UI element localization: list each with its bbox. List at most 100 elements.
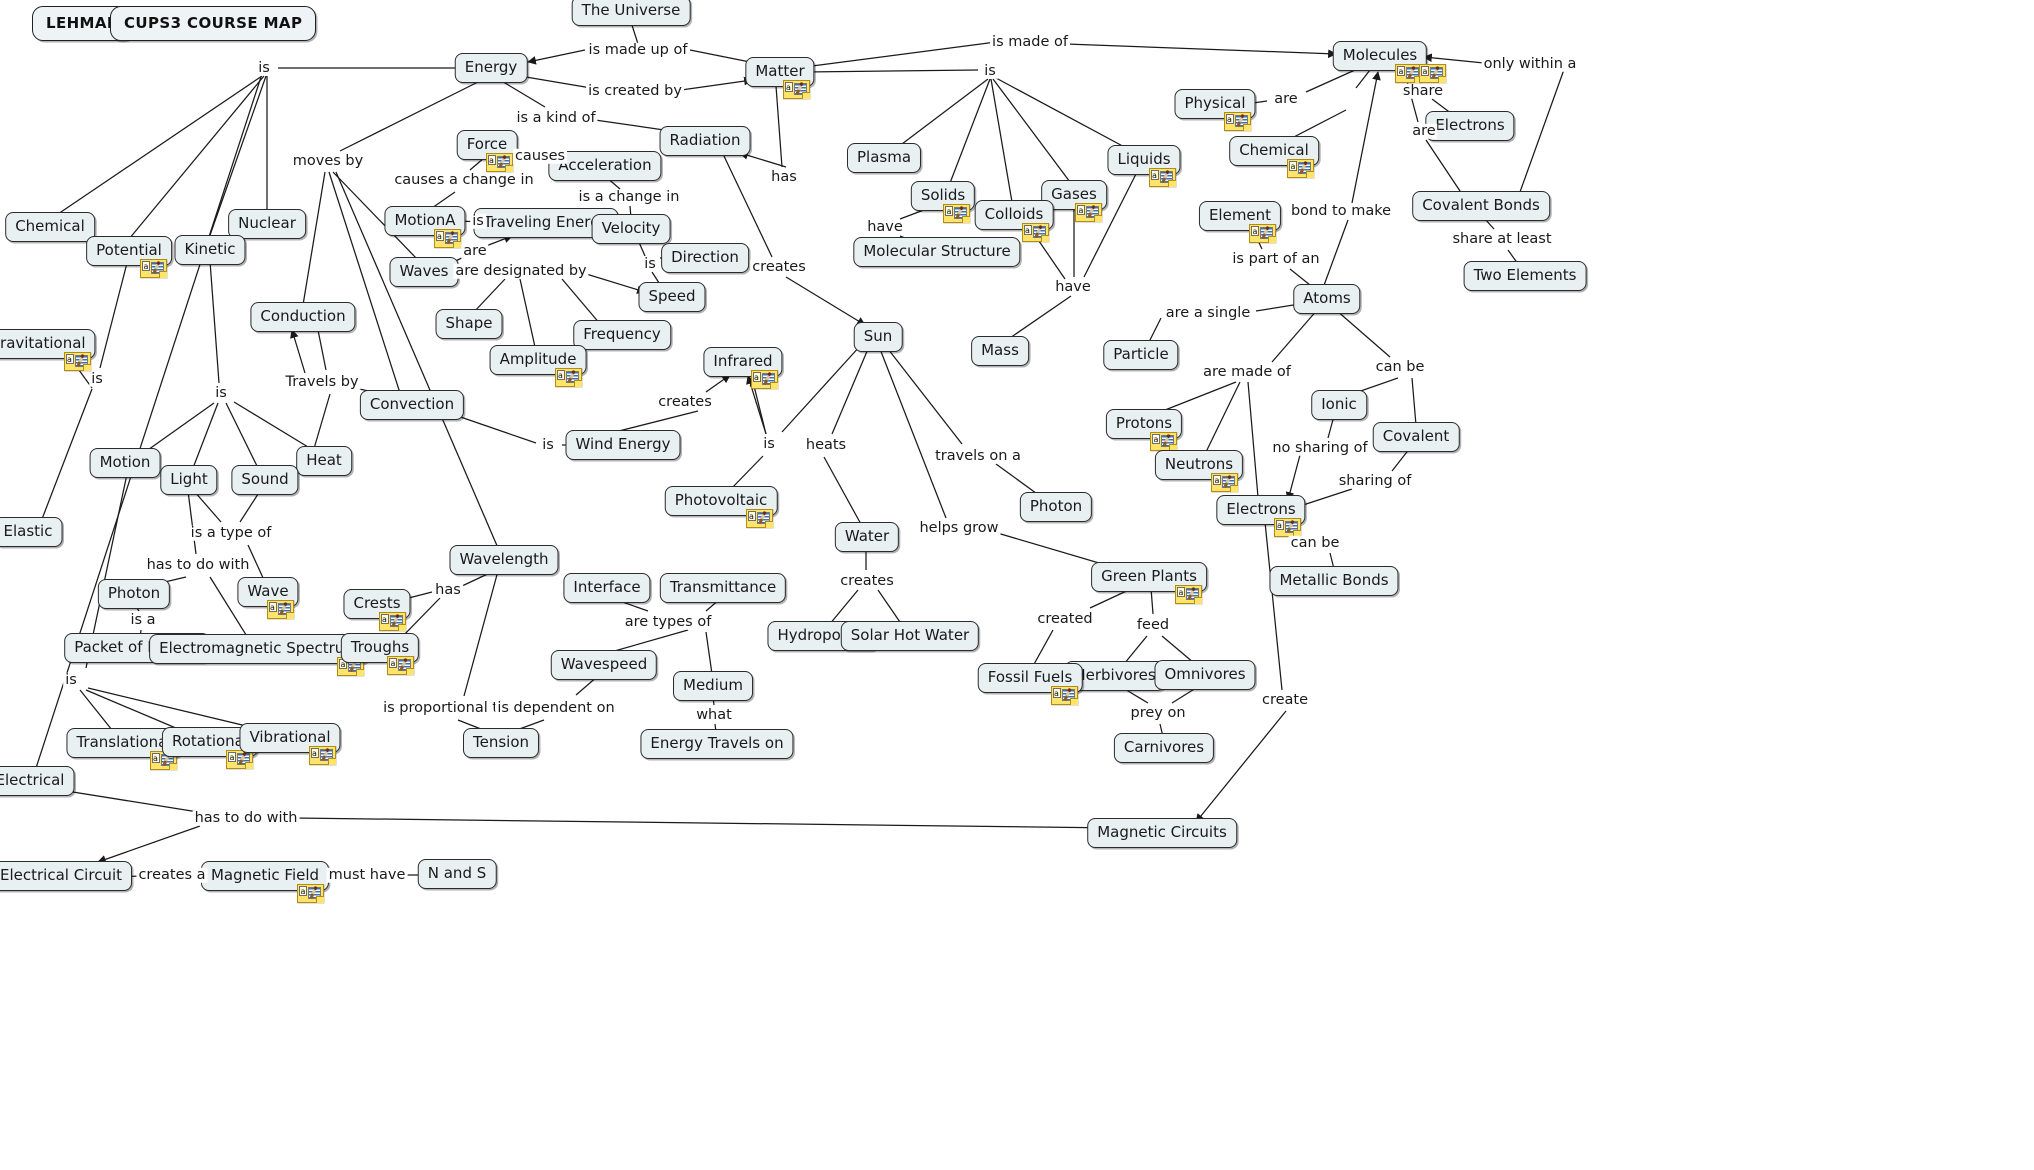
edge-label-l_isprop[interactable]: is proportional to (381, 701, 509, 716)
edge-label-l_travelsby[interactable]: Travels by (283, 375, 361, 390)
concept-node-sound[interactable]: Sound (231, 465, 299, 495)
edge-label-l_movesby[interactable]: moves by (290, 154, 366, 169)
resource-note-icon[interactable]: a (1287, 159, 1314, 178)
edge-label-l_is_infrared[interactable]: is (761, 437, 777, 452)
resource-note-icon[interactable]: a (943, 204, 970, 223)
concept-node-electcircuit[interactable]: Electrical Circuit (0, 861, 132, 891)
edge-label-l_have_solids[interactable]: have (865, 220, 905, 235)
edge-label-l_nosharing[interactable]: no sharing of (1270, 441, 1370, 456)
resource-note-icon[interactable]: a (63, 352, 91, 371)
concept-node-twoelements[interactable]: Two Elements (1463, 261, 1587, 291)
edge-label-l_canbe[interactable]: can be (1373, 360, 1427, 375)
concept-node-omnivores[interactable]: Omnivores (1154, 660, 1256, 690)
edge-label-l_is_motiona[interactable]: is (470, 214, 486, 229)
resource-note-icon[interactable]: a (1223, 112, 1251, 131)
edge-label-l_is_grav[interactable]: is (89, 372, 105, 387)
edge-label-l_hastodo2[interactable]: has to do with (192, 811, 300, 826)
edge-label-l_is_energy[interactable]: is (256, 61, 272, 76)
resource-note-icon[interactable]: a (1021, 223, 1049, 242)
resource-note-icon[interactable]: a (1419, 64, 1446, 83)
concept-node-light[interactable]: Light (160, 465, 218, 495)
edge-label-l_isa_photon[interactable]: is a (128, 613, 158, 628)
resource-note-icon[interactable]: a (554, 368, 582, 387)
concept-node-plasma[interactable]: Plasma (846, 143, 922, 173)
edge-label-l_preyon[interactable]: prey on (1128, 706, 1188, 721)
concept-node-motion[interactable]: Motion (89, 448, 161, 478)
edge-label-l_hastodowith[interactable]: has to do with (144, 558, 252, 573)
concept-node-universe[interactable]: The Universe (571, 0, 691, 26)
concept-node-shape[interactable]: Shape (435, 309, 503, 339)
resource-note-icon[interactable]: a (266, 600, 294, 619)
edge-label-l_sharingof[interactable]: sharing of (1336, 474, 1414, 489)
concept-node-heat[interactable]: Heat (296, 446, 352, 476)
edge-label-l_changein[interactable]: causes a change in (392, 173, 536, 188)
concept-node-nands[interactable]: N and S (417, 859, 497, 889)
concept-node-speed[interactable]: Speed (638, 282, 706, 312)
edge-label-l_are_waves[interactable]: are (461, 244, 489, 259)
edge-label-l_musthave[interactable]: must have (326, 868, 408, 883)
concept-node-water[interactable]: Water (834, 522, 900, 552)
resource-note-icon[interactable]: a (485, 153, 513, 172)
edge-label-l_share[interactable]: share (1400, 84, 1446, 99)
edge-label-l_created[interactable]: created (1035, 612, 1095, 627)
edge-label-l_are_phys[interactable]: are (1272, 92, 1300, 107)
concept-node-direction[interactable]: Direction (661, 243, 749, 273)
concept-node-photon_right[interactable]: Photon (1019, 492, 1093, 522)
resource-note-icon[interactable]: a (308, 746, 336, 765)
resource-note-icon[interactable]: a (1249, 224, 1276, 243)
edge-label-l_isachange[interactable]: is a change in (576, 190, 682, 205)
resource-note-icon[interactable]: a (1050, 686, 1078, 705)
concept-node-particle[interactable]: Particle (1103, 340, 1179, 370)
concept-node-wavelength[interactable]: Wavelength (449, 545, 559, 575)
concept-node-elastic[interactable]: Elastic (0, 517, 63, 547)
concept-node-wavespeed[interactable]: Wavespeed (550, 650, 658, 680)
edge-label-l_what[interactable]: what (694, 708, 734, 723)
resource-note-icon[interactable]: a (1075, 203, 1102, 222)
edge-label-l_areasingle[interactable]: are a single (1163, 306, 1253, 321)
edge-label-l_creates_wat[interactable]: creates (838, 574, 896, 589)
edge-label-l_is_wind[interactable]: is (540, 438, 556, 453)
concept-node-metallicbonds[interactable]: Metallic Bonds (1269, 566, 1399, 596)
edge-label-l_have_gases[interactable]: have (1053, 280, 1093, 295)
concept-node-electrical[interactable]: Electrical (0, 766, 75, 796)
resource-note-icon[interactable]: a (1211, 473, 1238, 492)
concept-node-chemical[interactable]: Chemical (5, 212, 95, 242)
concept-node-solarhotwater[interactable]: Solar Hot Water (840, 621, 980, 651)
edge-label-l_causes[interactable]: causes (512, 149, 568, 164)
resource-note-icon[interactable]: a (750, 370, 778, 389)
edge-label-l_onlywithin[interactable]: only within a (1481, 57, 1579, 72)
concept-node-atoms[interactable]: Atoms (1293, 284, 1361, 314)
concept-node-magneticcirc[interactable]: Magnetic Circuits (1087, 818, 1237, 848)
edge-label-l_is_matter[interactable]: is (982, 64, 998, 79)
edge-label-l_kindof[interactable]: is a kind of (514, 111, 598, 126)
concept-node-sun[interactable]: Sun (853, 322, 903, 352)
edge-label-l_isdepend[interactable]: is dependent on (495, 701, 617, 716)
resource-note-icon[interactable]: a (433, 229, 461, 248)
edge-label-l_aremadeof[interactable]: are made of (1201, 365, 1293, 380)
edge-label-l_is_kinetic[interactable]: is (213, 386, 229, 401)
edge-label-l_canbe2[interactable]: can be (1288, 536, 1342, 551)
edge-label-l_aretypesof[interactable]: are types of (622, 615, 714, 630)
edge-label-l_ismadeof[interactable]: is made of (990, 35, 1070, 50)
concept-node-photon[interactable]: Photon (97, 579, 171, 609)
edge-label-l_isatypeof[interactable]: is a type of (188, 526, 274, 541)
concept-node-waves[interactable]: Waves (389, 257, 459, 287)
resource-note-icon[interactable]: a (1175, 585, 1202, 604)
edge-label-l_is_speed[interactable]: is (642, 257, 658, 272)
concept-node-tension[interactable]: Tension (462, 728, 540, 758)
concept-node-energy[interactable]: Energy (454, 53, 528, 83)
resource-note-icon[interactable]: a (745, 509, 773, 528)
concept-node-kinetic[interactable]: Kinetic (174, 235, 246, 265)
concept-node-electrons_top[interactable]: Electrons (1425, 111, 1515, 141)
concept-node-mass[interactable]: Mass (971, 336, 1029, 366)
edge-label-l_are_mol[interactable]: are (1410, 124, 1438, 139)
edge-label-l_helpsgrow[interactable]: helps grow (917, 521, 1001, 536)
edge-label-l_creates_rad[interactable]: creates (750, 260, 808, 275)
concept-node-covalent[interactable]: Covalent (1372, 422, 1460, 452)
concept-node-molecstruct[interactable]: Molecular Structure (853, 237, 1021, 267)
concept-node-frequency[interactable]: Frequency (573, 320, 671, 350)
edge-label-l_create[interactable]: create (1259, 693, 1311, 708)
resource-note-icon[interactable]: a (782, 80, 810, 99)
resource-note-icon[interactable]: a (1150, 432, 1177, 451)
edge-label-l_travelsona[interactable]: travels on a (933, 449, 1023, 464)
